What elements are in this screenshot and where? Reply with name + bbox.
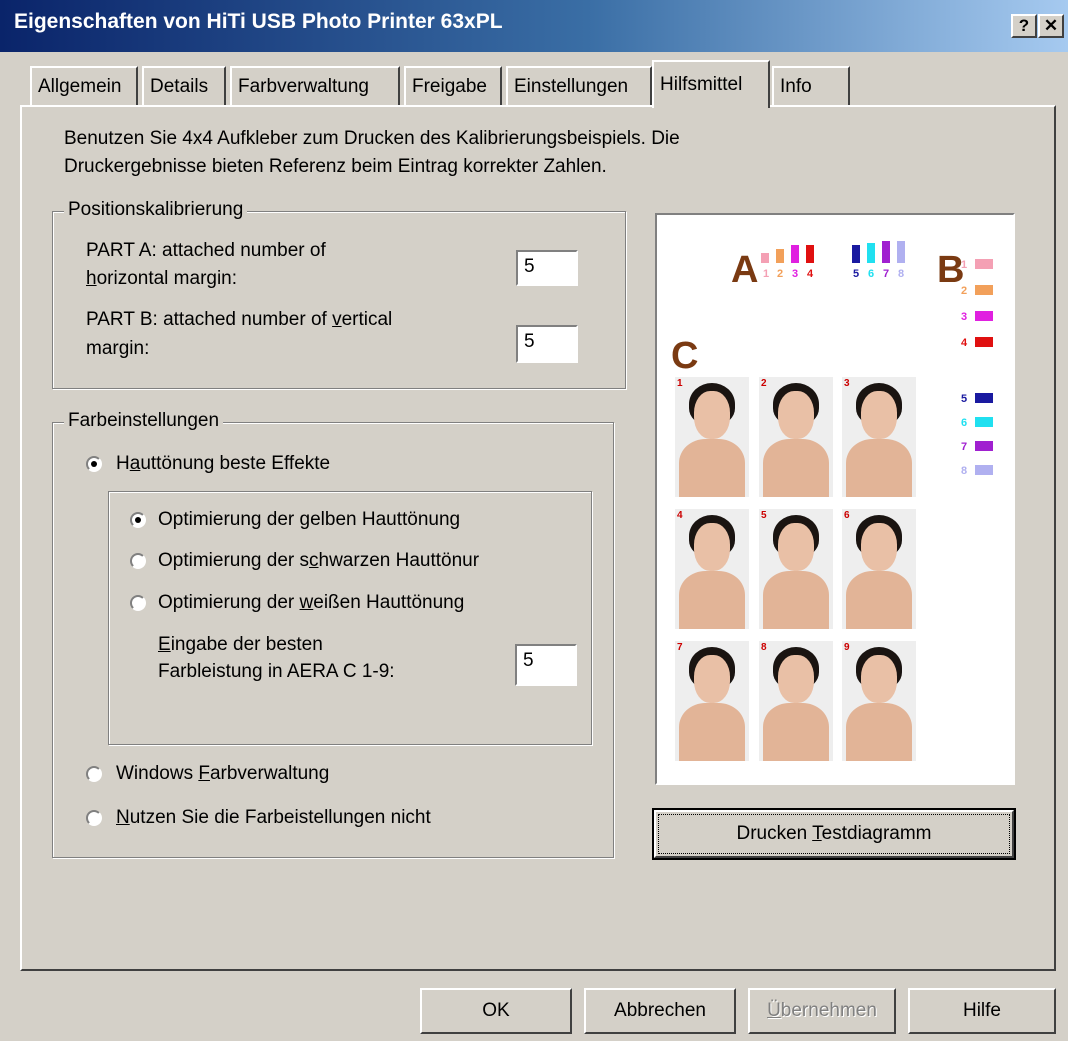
swatch-b8 <box>975 465 993 475</box>
swatch-b5 <box>975 393 993 403</box>
apply-button[interactable]: Übernehmen <box>748 988 896 1034</box>
color-settings-legend: Farbeinstellungen <box>64 410 224 432</box>
swatch-a3-number: 3 <box>792 268 799 280</box>
best-color-label-line-2: Farbleistung in AERA C 1-9: <box>158 661 395 682</box>
skin-tone-radio[interactable] <box>86 456 102 472</box>
test-chart-preview: A B C 1 2 3 4 5 6 7 8 1 2 3 4 5 6 7 8 1 … <box>655 213 1015 785</box>
cancel-button[interactable]: Abbrechen <box>584 988 736 1034</box>
swatch-a4-number: 4 <box>807 268 814 280</box>
swatch-b7-number: 7 <box>961 441 968 453</box>
white-skin-label: Optimierung der weißen Hauttönung <box>158 592 465 613</box>
swatch-a8-number: 8 <box>898 268 905 280</box>
position-calibration-legend: Positionskalibrierung <box>64 199 248 221</box>
sample-photo-4: 4 <box>675 509 749 629</box>
no-color-radio[interactable] <box>86 810 102 826</box>
radio-selected-dot <box>135 517 141 523</box>
swatch-b1 <box>975 259 993 269</box>
yellow-skin-radio[interactable] <box>130 512 146 528</box>
swatch-a5 <box>852 245 860 263</box>
sample-photo-8: 8 <box>759 641 833 761</box>
help-button[interactable]: Hilfe <box>908 988 1056 1034</box>
part-a-label-line-1: PART A: attached number of <box>86 240 326 261</box>
close-icon[interactable]: ✕ <box>1038 14 1064 38</box>
swatch-a3 <box>791 245 799 263</box>
tab-allgemein[interactable]: Allgemein <box>30 66 138 106</box>
intro-line-1: Benutzen Sie 4x4 Aufkleber zum Drucken d… <box>64 128 680 149</box>
best-color-label-line-1: Eingabe der besten <box>158 634 323 655</box>
tab-hilfsmittel[interactable]: Hilfsmittel <box>652 60 770 108</box>
swatch-a4 <box>806 245 814 263</box>
tab-einstellungen[interactable]: Einstellungen <box>506 66 652 106</box>
black-skin-label: Optimierung der schwarzen Hauttönur <box>158 550 480 571</box>
windows-color-radio[interactable] <box>86 766 102 782</box>
swatch-a5-number: 5 <box>853 268 860 280</box>
part-b-label-line-1: PART B: attached number of vertical <box>86 309 393 330</box>
part-a-input[interactable]: 5 <box>516 250 578 286</box>
tab-freigabe[interactable]: Freigabe <box>404 66 502 106</box>
swatch-b3 <box>975 311 993 321</box>
sample-photo-6: 6 <box>842 509 916 629</box>
window-title: Eigenschaften von HiTi USB Photo Printer… <box>14 10 503 33</box>
white-skin-radio[interactable] <box>130 595 146 611</box>
black-skin-radio[interactable] <box>130 553 146 569</box>
yellow-skin-label: Optimierung der gelben Hauttönung <box>158 509 461 530</box>
sample-photo-3: 3 <box>842 377 916 497</box>
swatch-b6 <box>975 417 993 427</box>
swatch-b2 <box>975 285 993 295</box>
part-a-label-line-2: horizontal margin: <box>86 268 238 289</box>
swatch-a6-number: 6 <box>868 268 875 280</box>
ok-button[interactable]: OK <box>420 988 572 1034</box>
swatch-b4-number: 4 <box>961 337 968 349</box>
swatch-a6 <box>867 243 875 263</box>
tab-farbverwaltung[interactable]: Farbverwaltung <box>230 66 400 106</box>
skin-tone-label: Hauttönung beste Effekte <box>116 453 331 474</box>
sample-photo-7: 7 <box>675 641 749 761</box>
sample-photo-5: 5 <box>759 509 833 629</box>
swatch-b7 <box>975 441 993 451</box>
swatch-a1 <box>761 253 769 263</box>
sample-photo-1: 1 <box>675 377 749 497</box>
swatch-b3-number: 3 <box>961 311 968 323</box>
no-color-label: Nutzen Sie die Farbeistellungen nicht <box>116 807 431 828</box>
swatch-a2-number: 2 <box>777 268 784 280</box>
swatch-a7-number: 7 <box>883 268 890 280</box>
help-icon[interactable]: ? <box>1011 14 1037 38</box>
print-test-chart-label: Drucken Testdiagramm <box>736 823 932 844</box>
swatch-b5-number: 5 <box>961 393 968 405</box>
best-color-input[interactable]: 5 <box>515 644 577 686</box>
tab-info[interactable]: Info <box>772 66 850 106</box>
preview-label-c: C <box>671 335 699 377</box>
swatch-a2 <box>776 249 784 263</box>
intro-line-2: Druckergebnisse bieten Referenz beim Ein… <box>64 156 607 177</box>
swatch-a7 <box>882 241 890 263</box>
radio-selected-dot <box>91 461 97 467</box>
print-test-chart-button[interactable]: Drucken Testdiagramm <box>652 808 1016 860</box>
part-b-label-line-2: margin: <box>86 338 150 359</box>
tab-details[interactable]: Details <box>142 66 226 106</box>
swatch-a8 <box>897 241 905 263</box>
swatch-b4 <box>975 337 993 347</box>
windows-color-label: Windows Farbverwaltung <box>116 763 330 784</box>
sample-photo-2: 2 <box>759 377 833 497</box>
sample-photo-9: 9 <box>842 641 916 761</box>
swatch-b8-number: 8 <box>961 465 968 477</box>
swatch-b2-number: 2 <box>961 285 968 297</box>
part-b-input[interactable]: 5 <box>516 325 578 363</box>
swatch-b1-number: 1 <box>961 259 968 271</box>
swatch-a1-number: 1 <box>763 268 770 280</box>
preview-label-a: A <box>731 249 759 291</box>
swatch-b6-number: 6 <box>961 417 968 429</box>
